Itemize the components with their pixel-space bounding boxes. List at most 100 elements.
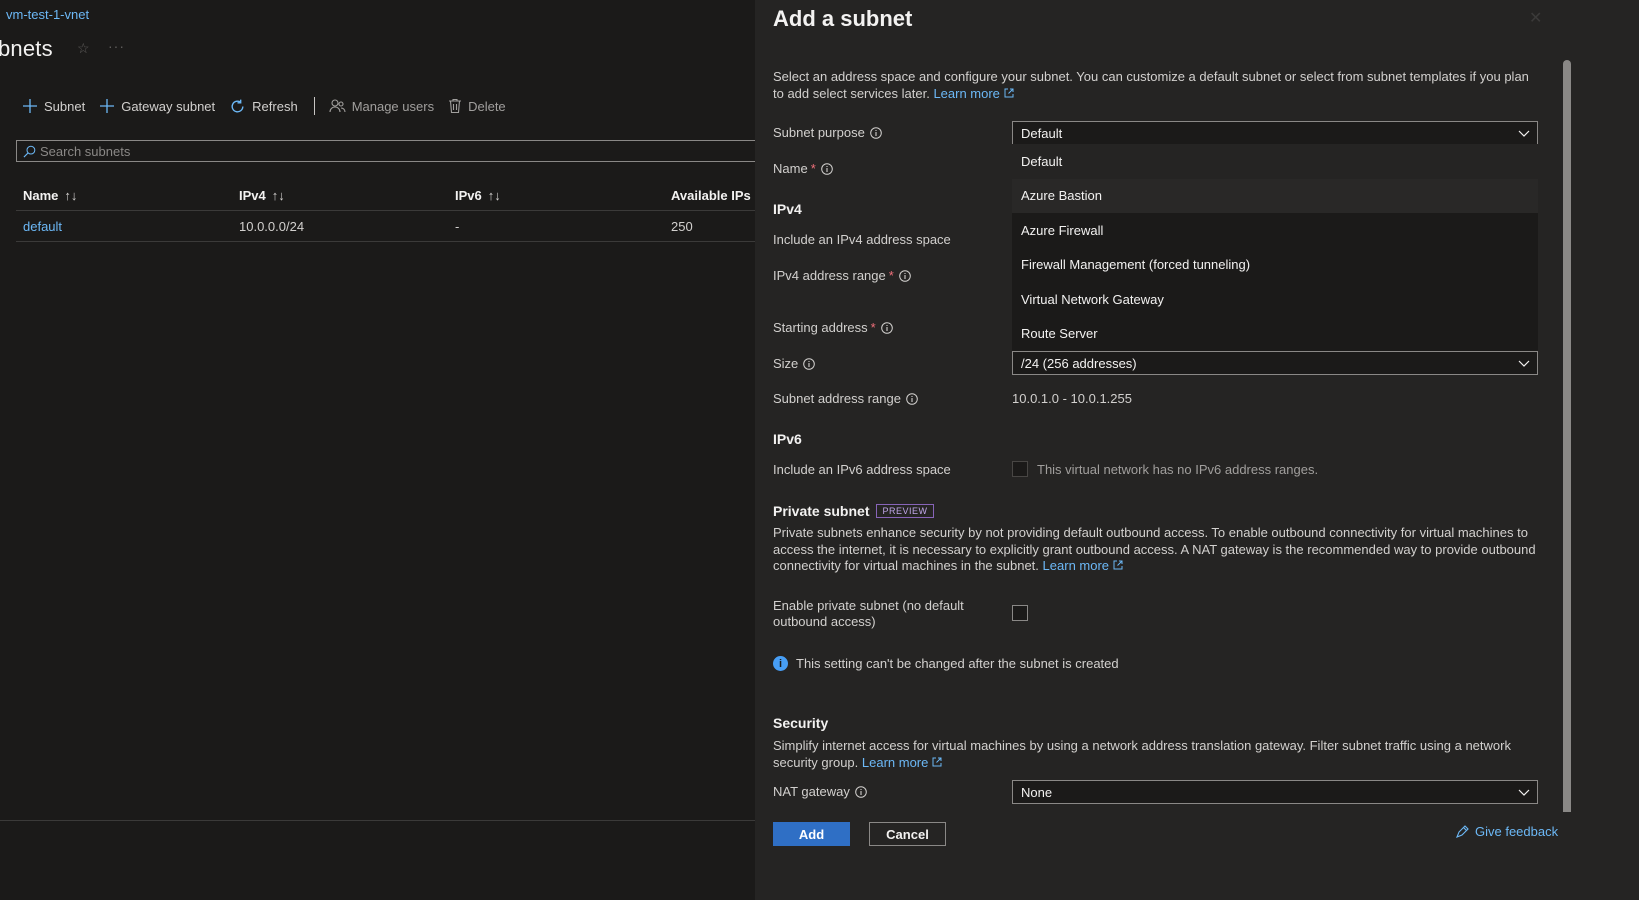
subnet-purpose-value: Default	[1021, 125, 1063, 141]
info-icon[interactable]	[898, 269, 911, 282]
external-link-icon	[932, 757, 942, 766]
size-label: Size	[773, 356, 816, 371]
security-heading: Security	[773, 715, 829, 731]
include-ipv6-label: Include an IPv6 address space	[773, 462, 951, 477]
size-value: /24 (256 addresses)	[1021, 355, 1137, 371]
manage-users-button[interactable]: Manage users	[329, 98, 434, 114]
info-icon[interactable]	[906, 392, 918, 405]
column-header-label: Name	[23, 187, 59, 203]
subnets-grid: Name ↑↓ IPv4 ↑↓ IPv6 ↑↓ Available IPs ↑↓ def…	[16, 180, 796, 242]
plus-icon	[100, 99, 115, 113]
name-text: Name	[773, 161, 808, 176]
info-circle-icon: i	[773, 656, 788, 671]
info-icon[interactable]	[820, 162, 833, 175]
nat-gateway-dropdown[interactable]: None	[1012, 780, 1538, 804]
column-header-label: IPv4	[239, 187, 266, 203]
chevron-down-icon	[1518, 360, 1530, 367]
description-text: Select an address space and configure yo…	[773, 69, 1529, 101]
learn-more-link[interactable]: Learn more	[862, 755, 942, 770]
manage-users-label: Manage users	[351, 98, 435, 114]
info-icon[interactable]	[803, 357, 816, 370]
menu-item-virtual-network-gateway[interactable]: Virtual Network Gateway	[1012, 282, 1538, 317]
size-text: Size	[773, 356, 799, 371]
ipv4-heading: IPv4	[773, 201, 802, 217]
give-feedback-link[interactable]: Give feedback	[1455, 824, 1558, 839]
breadcrumb-vnet[interactable]: vm-test-1-vnet	[6, 7, 89, 22]
column-header-ipv6[interactable]: IPv6 ↑↓	[448, 188, 664, 203]
toolbar-divider	[313, 97, 315, 115]
learn-more-link[interactable]: Learn more	[1043, 558, 1123, 573]
include-ipv6-checkbox[interactable]	[1012, 461, 1028, 477]
close-icon[interactable]: ✕	[1529, 8, 1542, 28]
subnet-purpose-dropdown[interactable]: Default	[1012, 121, 1538, 145]
star-icon[interactable]: ☆	[77, 40, 90, 57]
name-label: Name *	[773, 161, 833, 176]
plus-icon	[23, 99, 37, 113]
add-subnet-button[interactable]: Subnet	[22, 98, 85, 114]
chevron-down-icon	[1518, 130, 1530, 137]
cell-ipv4: 10.0.0.0/24	[239, 218, 305, 234]
column-header-label: IPv6	[455, 187, 482, 203]
external-link-icon	[1113, 560, 1123, 570]
subnet-name-link[interactable]: default	[23, 219, 62, 234]
menu-item-default[interactable]: Default	[1012, 144, 1538, 179]
menu-item-azure-bastion[interactable]: Azure Bastion	[1012, 178, 1538, 213]
subnet-address-range-text: Subnet address range	[773, 391, 901, 406]
search-icon	[23, 145, 36, 157]
panel-footer: Add Cancel Give feedback	[755, 812, 1639, 900]
enable-private-subnet-checkbox[interactable]	[1012, 605, 1028, 621]
users-icon	[329, 99, 346, 113]
private-subnet-text: Private subnets enhance security by not …	[773, 525, 1536, 573]
ipv4-range-text: IPv4 address range	[773, 268, 886, 283]
delete-button[interactable]: Delete	[448, 98, 506, 114]
column-header-name[interactable]: Name ↑↓	[16, 188, 232, 203]
feedback-icon	[1456, 824, 1469, 838]
search-box[interactable]	[16, 140, 806, 162]
sort-icon: ↑↓	[487, 187, 501, 203]
ipv4-range-label: IPv4 address range *	[773, 268, 911, 283]
ipv6-heading: IPv6	[773, 431, 802, 447]
nat-gateway-value: None	[1021, 784, 1053, 800]
starting-address-label: Starting address *	[773, 320, 893, 335]
chevron-down-icon	[1518, 789, 1530, 796]
panel-title: Add a subnet	[773, 6, 913, 31]
include-ipv4-label: Include an IPv4 address space	[773, 232, 951, 247]
nat-gateway-text: NAT gateway	[773, 784, 850, 799]
menu-item-azure-firewall[interactable]: Azure Firewall	[1012, 213, 1538, 248]
info-icon[interactable]	[880, 321, 893, 334]
add-subnet-panel: Add a subnet ✕ Select an address space a…	[755, 0, 1639, 900]
starting-address-text: Starting address	[773, 320, 868, 335]
info-message: i This setting can't be changed after th…	[773, 656, 1119, 671]
scrollbar[interactable]	[1563, 60, 1571, 880]
refresh-button[interactable]: Refresh	[229, 98, 298, 115]
grid-header: Name ↑↓ IPv4 ↑↓ IPv6 ↑↓ Available IPs ↑↓	[16, 180, 796, 211]
add-button[interactable]: Add	[773, 822, 850, 846]
learn-more-link[interactable]: Learn more	[933, 86, 1014, 101]
subnet-address-range-label: Subnet address range	[773, 391, 918, 406]
external-link-icon	[1004, 88, 1014, 98]
search-input[interactable]	[36, 143, 805, 159]
subnet-purpose-text: Subnet purpose	[773, 125, 865, 140]
subnet-address-range-value: 10.0.1.0 - 10.0.1.255	[1012, 391, 1132, 406]
security-description: Simplify internet access for virtual mac…	[773, 738, 1543, 771]
add-gateway-subnet-button[interactable]: Gateway subnet	[99, 98, 215, 114]
cancel-button[interactable]: Cancel	[869, 822, 946, 846]
info-icon[interactable]	[869, 126, 882, 139]
refresh-icon	[231, 99, 244, 112]
size-dropdown[interactable]: /24 (256 addresses)	[1012, 351, 1538, 375]
column-header-ipv4[interactable]: IPv4 ↑↓	[232, 188, 448, 203]
subnet-purpose-menu: Default Azure Bastion Azure Firewall Fir…	[1012, 144, 1538, 351]
info-icon[interactable]	[855, 785, 867, 798]
include-ipv6-control: This virtual network has no IPv6 address…	[1012, 461, 1318, 477]
learn-more-label: Learn more	[933, 86, 1000, 101]
table-row: default 10.0.0.0/24 - 250	[16, 211, 796, 242]
sort-icon: ↑↓	[271, 187, 285, 203]
required-marker: *	[810, 161, 816, 176]
gateway-subnet-label: Gateway subnet	[121, 98, 216, 114]
menu-item-firewall-management[interactable]: Firewall Management (forced tunneling)	[1012, 248, 1538, 283]
subnets-blade: vm-test-1-vnet bnets ☆ ··· Subnet Gatewa…	[0, 0, 806, 900]
more-options-icon[interactable]: ···	[108, 38, 125, 54]
menu-item-route-server[interactable]: Route Server	[1012, 317, 1538, 352]
give-feedback-label: Give feedback	[1475, 824, 1559, 839]
cell-ipv6: -	[455, 218, 460, 234]
